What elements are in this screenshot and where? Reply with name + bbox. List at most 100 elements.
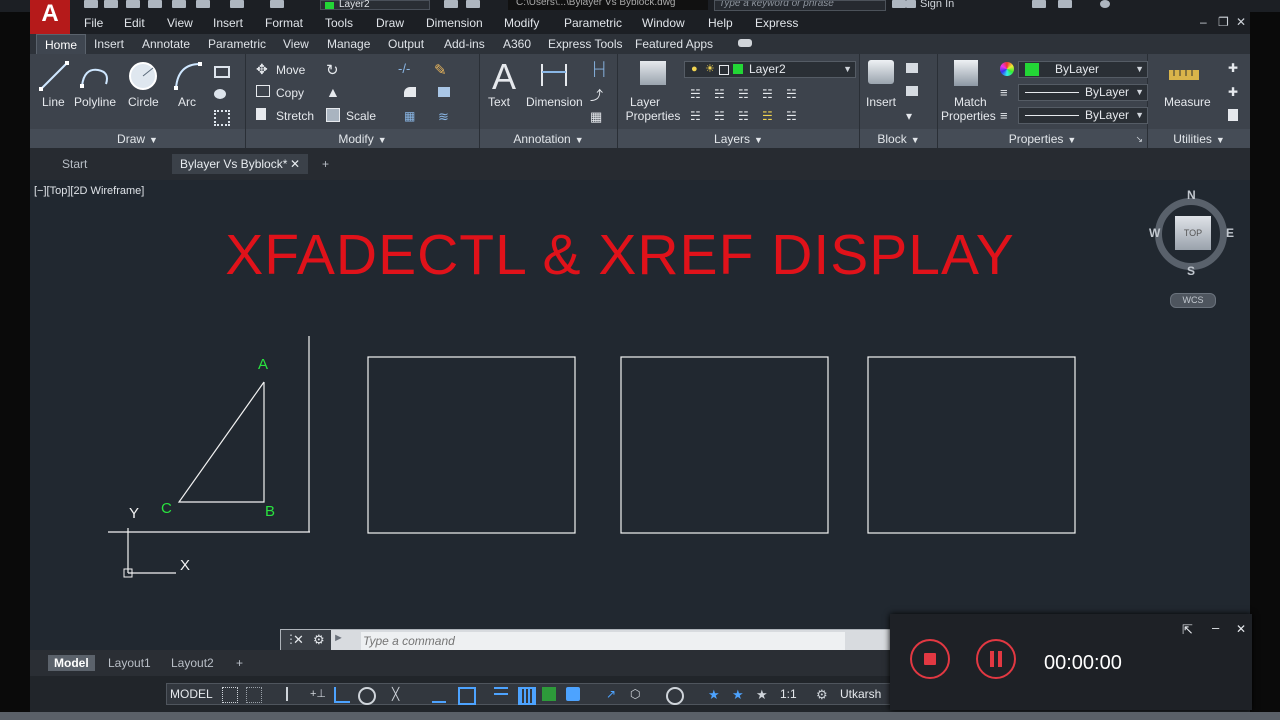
undo-icon[interactable] (196, 0, 210, 8)
polar-icon[interactable] (358, 687, 376, 705)
ortho-icon[interactable] (334, 687, 350, 703)
viewcube-top-face[interactable]: TOP (1175, 216, 1211, 250)
close-icon[interactable]: ✕ (1236, 15, 1246, 29)
autoscale-icon[interactable]: ★ (732, 687, 746, 702)
close-command-icon[interactable]: ✕ (293, 632, 304, 648)
pause-recording-button[interactable] (976, 639, 1016, 679)
dynamic-ucs-icon[interactable]: ↗ (606, 687, 620, 701)
modify-panel-title[interactable]: Modify ▼ (246, 132, 479, 146)
move-button[interactable]: Move (276, 63, 305, 77)
layer-dropdown[interactable]: ● ☀ Layer2 ▼ (684, 61, 856, 78)
user-icon[interactable] (906, 0, 916, 8)
compass-north[interactable]: N (1187, 188, 1196, 202)
panel-launcher-icon[interactable]: ↘ (1135, 134, 1143, 145)
layer-tool-7-icon[interactable]: ☵ (714, 109, 725, 123)
tab-layout2[interactable]: Layout2 (165, 655, 220, 671)
selection-cycling-icon[interactable] (542, 687, 556, 701)
binoculars-icon[interactable] (892, 0, 906, 8)
create-block-icon[interactable] (906, 63, 918, 73)
color-dropdown[interactable]: ByLayer ▼ (1018, 61, 1148, 78)
dimension-icon[interactable] (538, 60, 570, 90)
tab-express-tools[interactable]: Express Tools (548, 37, 622, 51)
object-snap-icon[interactable] (458, 687, 476, 705)
close-recorder-icon[interactable]: ✕ (1236, 622, 1246, 636)
workspace-gear-icon[interactable]: ⚙ (816, 687, 830, 702)
layer-tool-10-icon[interactable]: ☵ (786, 109, 797, 123)
help-search-input[interactable]: Type a keyword or phrase (714, 0, 886, 11)
save-as-icon[interactable] (148, 0, 162, 8)
ribbon-toggle-icon[interactable] (738, 39, 752, 47)
expand-icon[interactable]: ⇱ (1182, 622, 1193, 638)
triangle-shape[interactable] (177, 381, 265, 503)
measure-icon[interactable] (1168, 66, 1200, 84)
tab-featured-apps[interactable]: Featured Apps (635, 37, 713, 51)
annotation-panel-title[interactable]: Annotation ▼ (480, 132, 617, 146)
tab-drawing[interactable]: Bylayer Vs Byblock* ✕ (172, 154, 308, 174)
menu-express[interactable]: Express (755, 16, 798, 30)
boundary-icon[interactable] (214, 110, 230, 126)
draw-panel-title[interactable]: Draw ▼ (30, 132, 245, 146)
layer-tool-2-icon[interactable]: ☵ (714, 87, 725, 101)
exchange-icon[interactable] (1058, 0, 1072, 8)
layer-tool-8-icon[interactable]: ☵ (738, 109, 749, 123)
transparency-icon[interactable] (518, 687, 536, 705)
grid-icon[interactable] (222, 687, 238, 703)
layer-tool-3-icon[interactable]: ☵ (738, 87, 749, 101)
calculator-icon[interactable] (1228, 109, 1238, 121)
tab-parametric[interactable]: Parametric (208, 37, 266, 51)
annotation-visibility-icon[interactable]: ★ (708, 687, 722, 702)
layer-tool-4-icon[interactable]: ☵ (762, 87, 773, 101)
restore-icon[interactable]: ❐ (1218, 15, 1229, 29)
layer-stack-2-icon[interactable] (466, 0, 480, 8)
stop-recording-button[interactable] (910, 639, 950, 679)
block-panel-title[interactable]: Block ▼ (860, 132, 937, 146)
menu-edit[interactable]: Edit (124, 16, 145, 30)
close-tab-icon[interactable]: ✕ (290, 154, 300, 174)
viewcube[interactable]: N S E W TOP WCS (1145, 188, 1240, 308)
block-attribute-icon[interactable]: ▾ (906, 109, 912, 123)
tab-model[interactable]: Model (48, 655, 95, 671)
rectangle-icon[interactable] (214, 66, 230, 78)
rectangle-3[interactable] (867, 356, 1076, 534)
lineweight-dropdown[interactable]: ByLayer ▼ (1018, 107, 1148, 124)
tab-add-ins[interactable]: Add-ins (444, 37, 485, 51)
menu-dimension[interactable]: Dimension (426, 16, 483, 30)
id-point-icon[interactable]: ✚ (1228, 85, 1238, 99)
edit-block-icon[interactable] (906, 86, 918, 96)
tab-view[interactable]: View (283, 37, 309, 51)
command-input[interactable] (361, 632, 845, 650)
tab-a360[interactable]: A360 (503, 37, 531, 51)
offset-icon[interactable]: ≋ (438, 109, 449, 125)
layer-tool-6-icon[interactable]: ☵ (690, 109, 701, 123)
quick-layer-dropdown[interactable]: Layer2 (320, 0, 430, 10)
tab-output[interactable]: Output (388, 37, 424, 51)
plot-icon[interactable] (172, 0, 186, 8)
arc-icon[interactable] (172, 60, 204, 92)
command-prompt-icon[interactable]: ► (333, 632, 344, 644)
menu-draw[interactable]: Draw (376, 16, 404, 30)
cart-icon[interactable] (1032, 0, 1046, 8)
menu-insert[interactable]: Insert (213, 16, 243, 30)
new-file-icon[interactable] (84, 0, 98, 8)
erase-icon[interactable]: ✎ (434, 61, 447, 79)
application-logo[interactable]: A (30, 0, 70, 34)
menu-file[interactable]: File (84, 16, 103, 30)
match-properties-icon[interactable] (954, 60, 978, 86)
layer-tool-1-icon[interactable]: ☵ (690, 87, 701, 101)
scale-button[interactable]: Scale (346, 109, 376, 123)
new-layout-button[interactable]: + (230, 655, 249, 671)
layer-tool-5-icon[interactable]: ☵ (786, 87, 797, 101)
minimize-icon[interactable]: – (1200, 15, 1207, 29)
menu-window[interactable]: Window (642, 16, 685, 30)
tab-manage[interactable]: Manage (327, 37, 370, 51)
compass-east[interactable]: E (1226, 226, 1234, 240)
isodraft-icon[interactable]: ╳ (392, 687, 406, 701)
utilities-panel-title[interactable]: Utilities ▼ (1148, 132, 1250, 146)
insert-block-icon[interactable] (868, 60, 894, 84)
rectangle-1[interactable] (367, 356, 576, 534)
object-snap-tracking-icon[interactable] (432, 687, 446, 703)
annotation-scale-icon[interactable]: ★ (756, 687, 770, 702)
save-icon[interactable] (126, 0, 140, 8)
quick-select-icon[interactable]: ✚ (1228, 61, 1238, 75)
layer-stack-icon[interactable] (444, 0, 458, 8)
